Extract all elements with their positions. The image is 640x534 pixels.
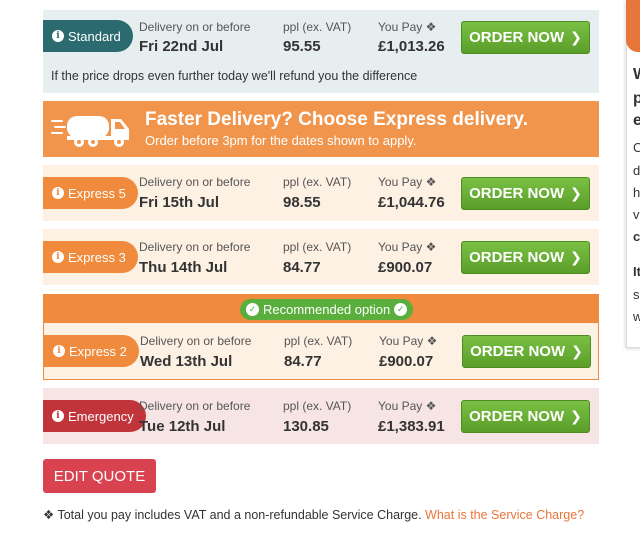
express5-tag-label: Express 5 (68, 185, 126, 201)
side-panel-text-fragment: It (633, 264, 640, 279)
recommended-badge: ✓ Recommended option ✓ (240, 299, 414, 320)
price-value: £900.07 (378, 259, 433, 276)
you-pay-label: You Pay ❖ (378, 20, 437, 34)
order-now-label: ORDER NOW (470, 343, 566, 360)
ppl-value: 84.77 (283, 259, 321, 276)
emergency-row: i Emergency Delivery on or before Tue 12… (43, 388, 599, 444)
you-pay-label: You Pay ❖ (378, 399, 437, 413)
ppl-value: 130.85 (283, 418, 329, 435)
tanker-truck-icon (51, 116, 129, 147)
you-pay-label: You Pay ❖ (378, 240, 437, 254)
info-icon: i (52, 251, 64, 263)
side-panel-text-fragment: c (633, 229, 640, 244)
express2-tag[interactable]: i Express 2 (44, 335, 139, 367)
edit-quote-button[interactable]: EDIT QUOTE (43, 459, 156, 493)
info-icon: i (52, 410, 64, 422)
info-icon: i (52, 30, 64, 42)
side-panel-heading-fragment: W (633, 66, 640, 84)
delivery-label: Delivery on or before (139, 240, 251, 254)
delivery-date: Wed 13th Jul (140, 353, 233, 370)
ppl-label: ppl (ex. VAT) (283, 20, 352, 34)
standard-delivery-card: i Standard Delivery on or before Fri 22n… (43, 10, 599, 93)
price-value: £900.07 (379, 353, 434, 370)
order-now-button[interactable]: ORDER NOW ❯ (462, 335, 591, 368)
ppl-label: ppl (ex. VAT) (283, 175, 352, 189)
info-icon: i (53, 345, 65, 357)
order-now-button[interactable]: ORDER NOW ❯ (461, 241, 590, 274)
order-now-button[interactable]: ORDER NOW ❯ (461, 177, 590, 210)
side-panel-text-fragment: d (633, 163, 640, 178)
footnote-text: ❖ Total you pay includes VAT and a non-r… (43, 508, 426, 522)
delivery-label: Delivery on or before (139, 20, 251, 34)
chevron-right-icon: ❯ (570, 29, 582, 45)
side-badge-icon (626, 0, 640, 52)
standard-tag-label: Standard (68, 28, 121, 44)
service-charge-link[interactable]: What is the Service Charge? (425, 508, 584, 522)
chevron-right-icon: ❯ (570, 249, 582, 265)
order-now-label: ORDER NOW (469, 249, 565, 266)
ppl-value: 84.77 (284, 353, 322, 370)
order-now-label: ORDER NOW (469, 29, 565, 46)
check-circle-icon: ✓ (246, 303, 259, 316)
ppl-label: ppl (ex. VAT) (283, 399, 352, 413)
side-panel-text-fragment: v (633, 207, 640, 222)
refund-note: If the price drops even further today we… (51, 69, 418, 83)
side-panel-text-fragment: s (633, 287, 640, 302)
you-pay-label: You Pay ❖ (379, 334, 438, 348)
price-value: £1,383.91 (378, 418, 445, 435)
express3-row: i Express 3 Delivery on or before Thu 14… (43, 229, 599, 285)
express3-tag-label: Express 3 (68, 249, 126, 265)
delivery-label: Delivery on or before (139, 175, 251, 189)
delivery-date: Tue 12th Jul (139, 418, 226, 435)
chevron-right-icon: ❯ (570, 408, 582, 424)
order-now-button[interactable]: ORDER NOW ❯ (461, 21, 590, 54)
recommended-label: Recommended option (263, 302, 391, 317)
side-panel-heading-fragment: p (633, 90, 640, 107)
price-value: £1,044.76 (378, 194, 445, 211)
delivery-date: Fri 15th Jul (139, 194, 220, 211)
side-panel-text-fragment: w (633, 309, 640, 324)
check-circle-icon: ✓ (394, 303, 408, 316)
emergency-tag[interactable]: i Emergency (43, 400, 146, 432)
delivery-date: Fri 22nd Jul (139, 38, 224, 55)
chevron-right-icon: ❯ (571, 343, 583, 359)
delivery-label: Delivery on or before (139, 399, 251, 413)
express3-tag[interactable]: i Express 3 (43, 241, 138, 273)
ppl-label: ppl (ex. VAT) (284, 334, 353, 348)
ppl-value: 95.55 (283, 38, 321, 55)
express5-row: i Express 5 Delivery on or before Fri 15… (43, 165, 599, 221)
ppl-label: ppl (ex. VAT) (283, 240, 352, 254)
side-panel-heading-fragment: e (633, 112, 640, 129)
emergency-tag-label: Emergency (68, 408, 134, 424)
service-charge-footnote: ❖ Total you pay includes VAT and a non-r… (43, 507, 584, 522)
express-banner-title: Faster Delivery? Choose Express delivery… (145, 109, 528, 130)
express5-tag[interactable]: i Express 5 (43, 177, 138, 209)
price-value: £1,013.26 (378, 38, 445, 55)
express-banner-subtitle: Order before 3pm for the dates shown to … (145, 133, 417, 148)
you-pay-label: You Pay ❖ (378, 175, 437, 189)
order-now-label: ORDER NOW (469, 408, 565, 425)
order-now-button[interactable]: ORDER NOW ❯ (461, 400, 590, 433)
ppl-value: 98.55 (283, 194, 321, 211)
side-panel-text-fragment: C (633, 140, 640, 155)
recommended-card: ✓ Recommended option ✓ i Express 2 Deliv… (43, 294, 599, 380)
express2-tag-label: Express 2 (69, 343, 127, 359)
chevron-right-icon: ❯ (570, 185, 582, 201)
delivery-date: Thu 14th Jul (139, 259, 228, 276)
express-banner: Faster Delivery? Choose Express delivery… (43, 101, 599, 157)
delivery-label: Delivery on or before (140, 334, 252, 348)
order-now-label: ORDER NOW (469, 185, 565, 202)
standard-tag[interactable]: i Standard (43, 20, 133, 52)
side-panel-text-fragment: h (633, 185, 640, 200)
info-icon: i (52, 187, 64, 199)
